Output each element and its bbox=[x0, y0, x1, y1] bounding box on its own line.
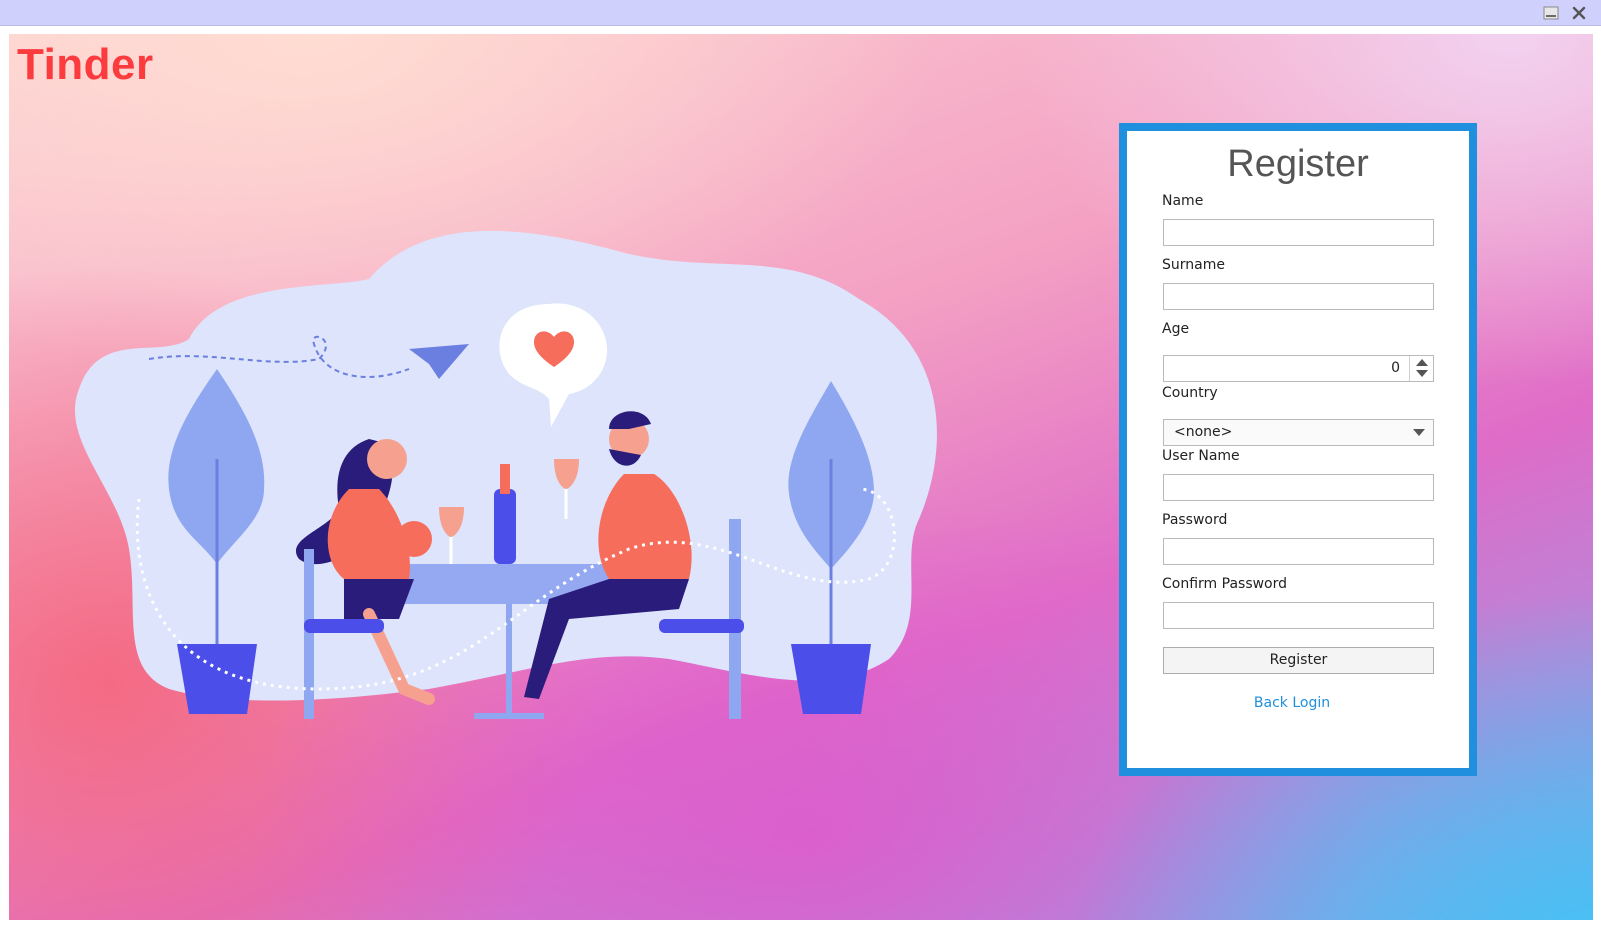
password-label: Password bbox=[1162, 512, 1228, 528]
app-window: Tinder Register Name Surname Age 0 Count… bbox=[0, 0, 1601, 925]
country-label: Country bbox=[1162, 385, 1218, 401]
plant-right-pot bbox=[791, 644, 871, 714]
country-dropdown[interactable]: <none> bbox=[1163, 419, 1434, 446]
confirm-password-input[interactable] bbox=[1163, 602, 1434, 629]
flower-bouquet bbox=[396, 521, 432, 557]
minimize-icon bbox=[1543, 6, 1559, 20]
age-stepper[interactable]: 0 bbox=[1163, 355, 1434, 382]
spin-down-icon[interactable] bbox=[1416, 370, 1428, 377]
confirm-password-label: Confirm Password bbox=[1162, 576, 1288, 592]
dating-illustration bbox=[74, 230, 937, 719]
title-bar bbox=[0, 0, 1601, 26]
main-canvas: Tinder Register Name Surname Age 0 Count… bbox=[9, 34, 1593, 920]
close-icon bbox=[1572, 6, 1586, 20]
register-panel: Register Name Surname Age 0 Country <non… bbox=[1119, 123, 1477, 776]
surname-label: Surname bbox=[1162, 257, 1225, 273]
country-selected-value: <none> bbox=[1174, 424, 1233, 440]
plant-left-pot bbox=[177, 644, 257, 714]
spin-up-icon[interactable] bbox=[1416, 359, 1428, 366]
username-input[interactable] bbox=[1163, 474, 1434, 501]
age-label: Age bbox=[1162, 321, 1190, 337]
back-login-link[interactable]: Back Login bbox=[1127, 695, 1457, 711]
minimize-button[interactable] bbox=[1542, 5, 1560, 21]
chevron-down-icon[interactable] bbox=[1413, 429, 1425, 436]
wine-bottle bbox=[494, 489, 516, 564]
register-button[interactable]: Register bbox=[1163, 647, 1434, 674]
surname-input[interactable] bbox=[1163, 283, 1434, 310]
age-spin-buttons[interactable] bbox=[1409, 356, 1433, 381]
name-label: Name bbox=[1162, 193, 1204, 209]
age-value[interactable]: 0 bbox=[1164, 356, 1408, 381]
username-label: User Name bbox=[1162, 448, 1240, 464]
password-input[interactable] bbox=[1163, 538, 1434, 565]
register-title: Register bbox=[1227, 143, 1369, 185]
app-logo: Tinder bbox=[17, 40, 154, 89]
name-input[interactable] bbox=[1163, 219, 1434, 246]
close-button[interactable] bbox=[1570, 5, 1588, 21]
